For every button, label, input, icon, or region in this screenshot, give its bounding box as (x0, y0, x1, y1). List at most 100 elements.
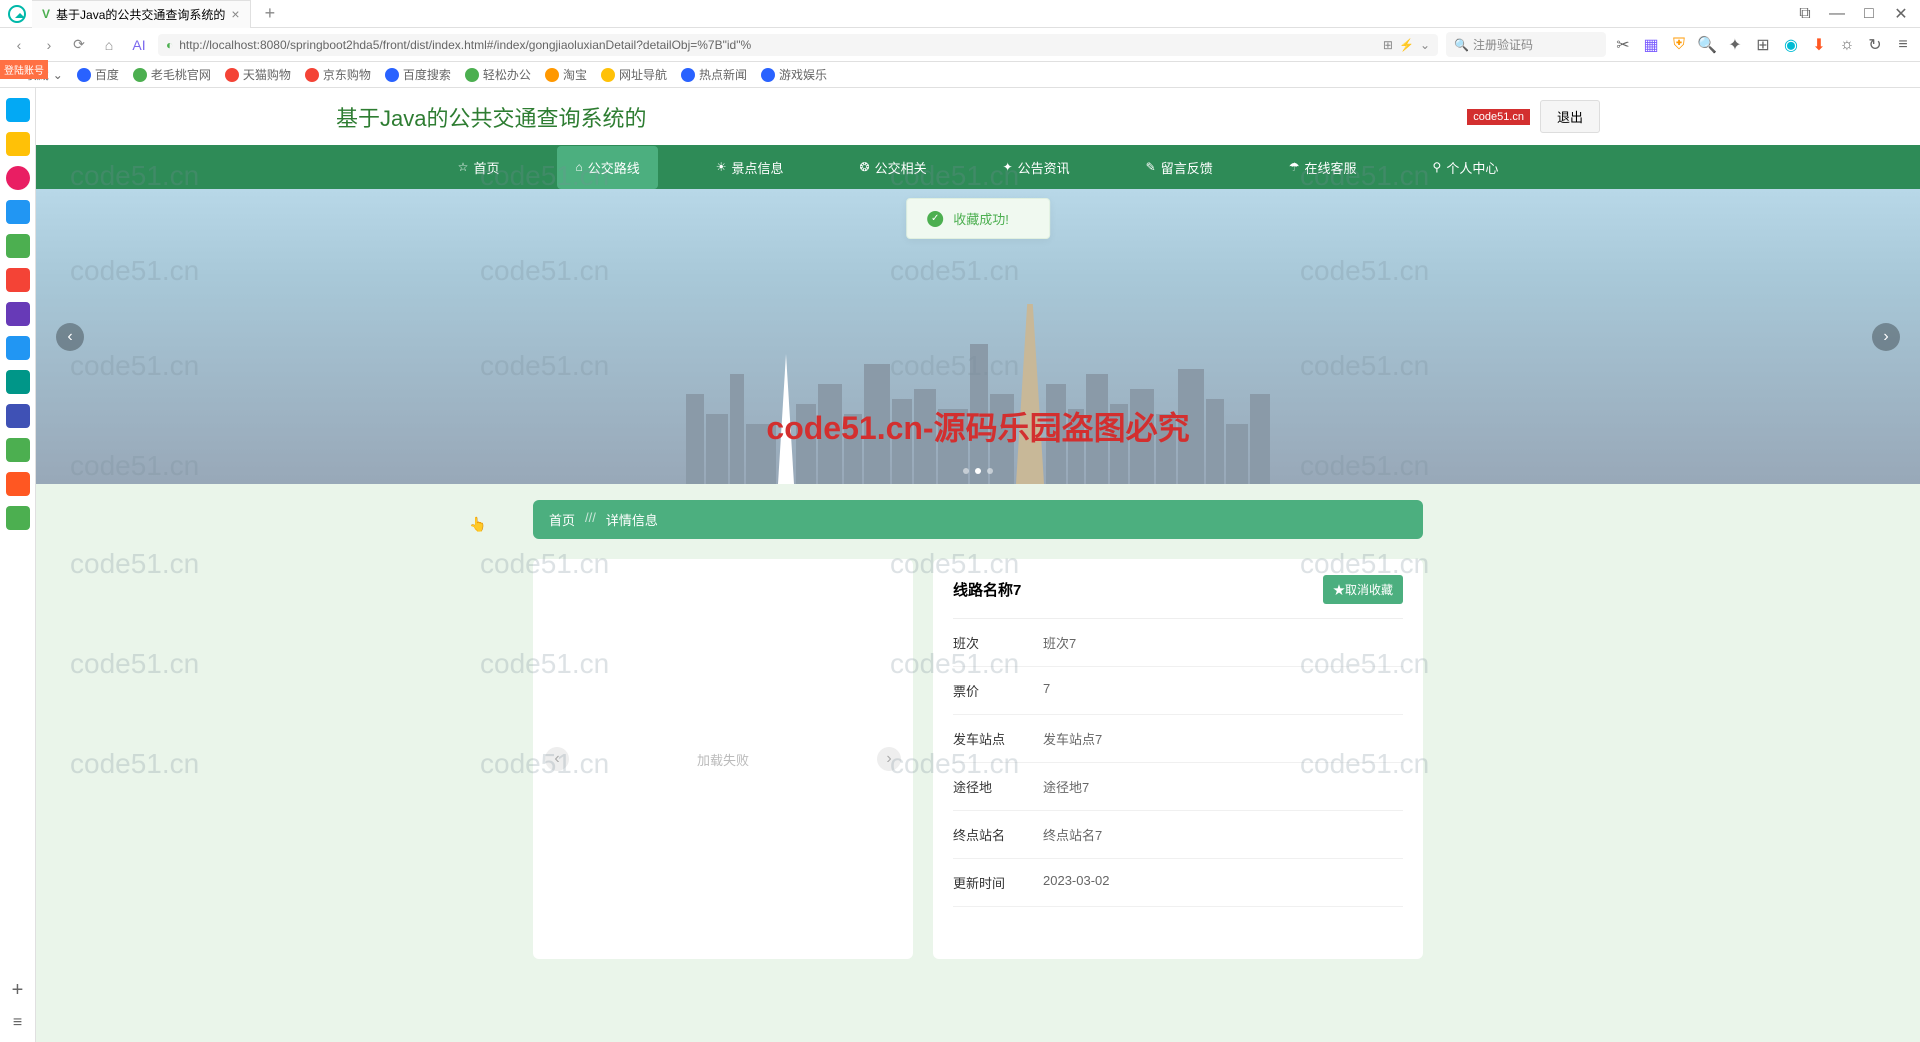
toast-message: 收藏成功! (953, 209, 1009, 228)
side-icon-6[interactable] (6, 268, 30, 292)
browser-titlebar: V 基于Java的公共交通查询系统的 × + ⧉ — □ ✕ (0, 0, 1920, 28)
nav-support[interactable]: ☂在线客服 (1271, 146, 1375, 189)
zoom-icon[interactable]: 🔍 (1698, 36, 1716, 54)
bookmark-item[interactable]: 老毛桃官网 (133, 66, 211, 83)
image-placeholder: 加载失败 (697, 750, 749, 769)
bookmark-item[interactable]: 京东购物 (305, 66, 371, 83)
qr-icon[interactable]: ⊞ (1383, 38, 1393, 52)
apps-icon[interactable]: ⊞ (1754, 36, 1772, 54)
nav-home[interactable]: ☆首页 (440, 146, 518, 189)
detail-row-zhongdianzhanming: 终点站名终点站名7 (953, 811, 1403, 859)
side-icon-2[interactable] (6, 132, 30, 156)
browser-app-icon (8, 5, 26, 23)
detail-row-gengxinshijian: 更新时间2023-03-02 (953, 859, 1403, 907)
red-badge: code51.cn (1467, 109, 1530, 125)
logout-button[interactable]: 退出 (1540, 100, 1600, 133)
ai-icon[interactable]: AI (128, 34, 150, 56)
banner-dot[interactable] (963, 468, 969, 474)
side-icon-5[interactable] (6, 234, 30, 258)
nav-bus-routes[interactable]: ⌂公交路线 (557, 146, 657, 189)
house-icon: ⌂ (575, 160, 582, 174)
nav-announcements[interactable]: ✦公告资讯 (985, 146, 1088, 189)
bookmark-item[interactable]: 百度 (77, 66, 119, 83)
banner-watermark-text: code51.cn-源码乐园盗图必究 (766, 403, 1189, 449)
detail-row-banci: 班次班次7 (953, 619, 1403, 667)
nav-forward-icon[interactable]: › (38, 34, 60, 56)
unfavorite-button[interactable]: ★取消收藏 (1323, 575, 1403, 604)
detail-row-fachezhandian: 发车站点发车站点7 (953, 715, 1403, 763)
url-input[interactable]: ◐ http://localhost:8080/springboot2hda5/… (158, 34, 1438, 56)
window-minimize-icon[interactable]: — (1830, 7, 1844, 21)
search-icon: 🔍 (1454, 38, 1469, 52)
banner-prev-icon[interactable]: ‹ (56, 323, 84, 351)
dropdown-icon[interactable]: ⌄ (1420, 38, 1430, 52)
gear-icon: ❂ (860, 160, 870, 174)
bookmark-item[interactable]: 网址导航 (601, 66, 667, 83)
side-icon-4[interactable] (6, 200, 30, 224)
browser-sidebar: + ≡ (0, 88, 36, 1042)
side-icon-7[interactable] (6, 302, 30, 326)
browser-tab[interactable]: V 基于Java的公共交通查询系统的 × (32, 0, 251, 28)
nav-reload-icon[interactable]: ⟳ (68, 34, 90, 56)
window-close-icon[interactable]: ✕ (1894, 7, 1908, 21)
sidebar-add-icon[interactable]: + (12, 979, 24, 1002)
info-panel: 线路名称7 ★取消收藏 班次班次7 票价7 发车站点发车站点7 途径地途径地7 … (933, 559, 1423, 959)
breadcrumb: 首页 /// 详情信息 (533, 500, 1423, 539)
download-icon[interactable]: ⬇ (1810, 36, 1828, 54)
side-icon-10[interactable] (6, 404, 30, 428)
side-icon-3[interactable] (6, 166, 30, 190)
bookmark-item[interactable]: 天猫购物 (225, 66, 291, 83)
image-panel: ‹ 加载失败 › (533, 559, 913, 959)
window-dock-icon[interactable]: ⧉ (1798, 7, 1812, 21)
settings-icon[interactable]: ☼ (1838, 36, 1856, 54)
browser-addressbar: ‹ › ⟳ ⌂ AI ◐ http://localhost:8080/sprin… (0, 28, 1920, 62)
breadcrumb-home[interactable]: 首页 (549, 510, 575, 529)
search-input[interactable]: 🔍 注册验证码 (1446, 32, 1606, 57)
search-placeholder: 注册验证码 (1473, 36, 1533, 53)
main-nav: ☆首页 ⌂公交路线 ☀景点信息 ❂公交相关 ✦公告资讯 ✎留言反馈 ☂在线客服 … (36, 145, 1920, 189)
translate-icon[interactable]: ▦ (1642, 36, 1660, 54)
bookmark-item[interactable]: 游戏娱乐 (761, 66, 827, 83)
extensions-icon[interactable]: ✦ (1726, 36, 1744, 54)
shield-icon: ◐ (166, 38, 173, 52)
side-icon-13[interactable] (6, 506, 30, 530)
side-icon-11[interactable] (6, 438, 30, 462)
login-badge[interactable]: 登陆账号 (0, 60, 48, 79)
image-prev-icon[interactable]: ‹ (545, 747, 569, 771)
tab-close-icon[interactable]: × (231, 6, 239, 22)
detail-title: 线路名称7 (953, 579, 1021, 600)
scissors-icon[interactable]: ✂ (1614, 36, 1632, 54)
page-header: 基于Java的公共交通查询系统的 code51.cn 退出 (36, 88, 1920, 145)
refresh2-icon[interactable]: ↻ (1866, 36, 1884, 54)
nav-profile[interactable]: ⚲个人中心 (1415, 146, 1517, 189)
side-icon-1[interactable] (6, 98, 30, 122)
bookmark-item[interactable]: 热点新闻 (681, 66, 747, 83)
sun-icon: ☀ (716, 160, 727, 174)
menu-icon[interactable]: ≡ (1894, 36, 1912, 54)
new-tab-button[interactable]: + (257, 3, 284, 24)
bookmark-item[interactable]: 轻松办公 (465, 66, 531, 83)
detail-row-piaojia: 票价7 (953, 667, 1403, 715)
side-icon-8[interactable] (6, 336, 30, 360)
banner-dot[interactable] (987, 468, 993, 474)
shield2-icon[interactable]: ⛨ (1670, 36, 1688, 54)
bookmark-item[interactable]: 淘宝 (545, 66, 587, 83)
nav-feedback[interactable]: ✎留言反馈 (1128, 146, 1231, 189)
image-next-icon[interactable]: › (877, 747, 901, 771)
banner-dot[interactable] (975, 468, 981, 474)
nav-attractions[interactable]: ☀景点信息 (698, 146, 802, 189)
nav-back-icon[interactable]: ‹ (8, 34, 30, 56)
globe-icon[interactable]: ◉ (1782, 36, 1800, 54)
side-icon-9[interactable] (6, 370, 30, 394)
page-content: 基于Java的公共交通查询系统的 code51.cn 退出 ☆首页 ⌂公交路线 … (36, 88, 1920, 1042)
bolt-icon[interactable]: ⚡ (1399, 38, 1414, 52)
nav-bus-related[interactable]: ❂公交相关 (842, 146, 945, 189)
nav-home-icon[interactable]: ⌂ (98, 34, 120, 56)
breadcrumb-current: 详情信息 (606, 510, 658, 529)
window-maximize-icon[interactable]: □ (1862, 7, 1876, 21)
side-icon-12[interactable] (6, 472, 30, 496)
bookmark-item[interactable]: 百度搜索 (385, 66, 451, 83)
url-text: http://localhost:8080/springboot2hda5/fr… (179, 38, 751, 52)
sidebar-menu-icon[interactable]: ≡ (13, 1014, 22, 1032)
banner-next-icon[interactable]: › (1872, 323, 1900, 351)
